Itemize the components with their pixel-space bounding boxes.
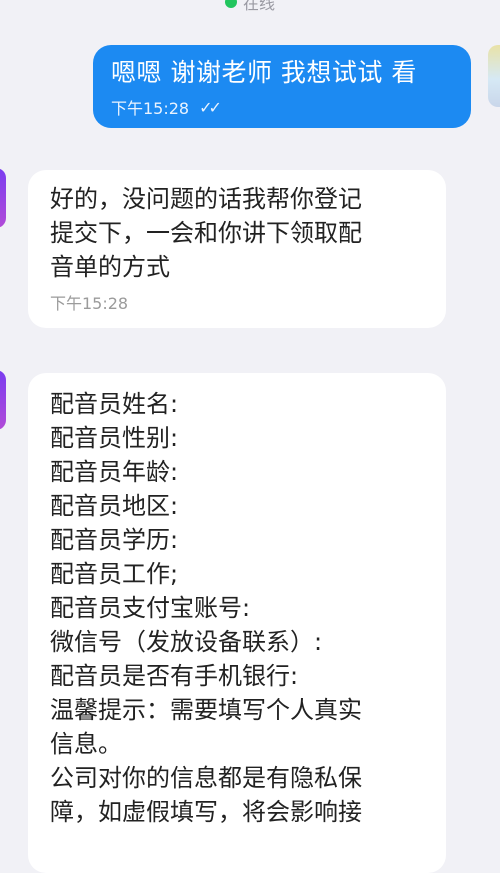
form-field-line: 配音员是否有手机银行: xyxy=(50,662,299,690)
message-text: 配音员姓名: 配音员性别: 配音员年龄: 配音员地区: 配音员学历: 配音员工作… xyxy=(50,387,424,829)
form-field-line: 配音员地区: xyxy=(50,492,179,520)
notice-line: 信息。 xyxy=(50,730,122,758)
incoming-message-bubble[interactable]: 配音员姓名: 配音员性别: 配音员年龄: 配音员地区: 配音员学历: 配音员工作… xyxy=(28,373,446,873)
form-field-line: 配音员学历: xyxy=(50,526,179,554)
double-check-icon: ✓✓ xyxy=(199,97,222,117)
message-line: 音单的方式 xyxy=(50,253,170,281)
incoming-message-bubble[interactable]: 好的，没问题的话我帮你登记 提交下，一会和你讲下领取配 音单的方式 下午15:2… xyxy=(28,170,446,328)
message-line: 好的，没问题的话我帮你登记 xyxy=(50,185,362,213)
notice-line: 温馨提示：需要填写个人真实 xyxy=(50,696,362,724)
form-field-line: 配音员年龄: xyxy=(50,458,179,486)
notice-line: 公司对你的信息都是有隐私保 xyxy=(50,764,362,792)
my-avatar[interactable] xyxy=(488,45,500,107)
form-field-line: 配音员工作; xyxy=(50,560,179,588)
message-text: 好的，没问题的话我帮你登记 提交下，一会和你讲下领取配 音单的方式 xyxy=(50,182,424,284)
message-time: 下午15:28 xyxy=(50,294,129,313)
message-meta: 下午15:28 ✓✓ xyxy=(111,95,453,119)
online-status-text: 在线 xyxy=(242,0,275,13)
form-field-line: 配音员姓名: xyxy=(50,390,179,418)
contact-avatar[interactable] xyxy=(0,370,6,430)
chat-header: 在线 xyxy=(0,0,500,18)
outgoing-message-bubble[interactable]: 嗯嗯 谢谢老师 我想试试 看 下午15:28 ✓✓ xyxy=(93,45,471,128)
online-dot-icon xyxy=(224,0,237,8)
message-time: 下午15:28 xyxy=(111,99,190,118)
notice-line: 障，如虚假填写，将会影响接 xyxy=(50,798,362,826)
message-text: 嗯嗯 谢谢老师 我想试试 看 xyxy=(111,58,417,87)
form-field-line: 配音员支付宝账号: xyxy=(50,594,251,622)
online-status: 在线 xyxy=(224,0,275,14)
form-field-line: 配音员性别: xyxy=(50,424,179,452)
message-line: 提交下，一会和你讲下领取配 xyxy=(50,219,362,247)
form-field-line: 微信号（发放设备联系）: xyxy=(50,628,323,656)
contact-avatar[interactable] xyxy=(0,168,6,228)
